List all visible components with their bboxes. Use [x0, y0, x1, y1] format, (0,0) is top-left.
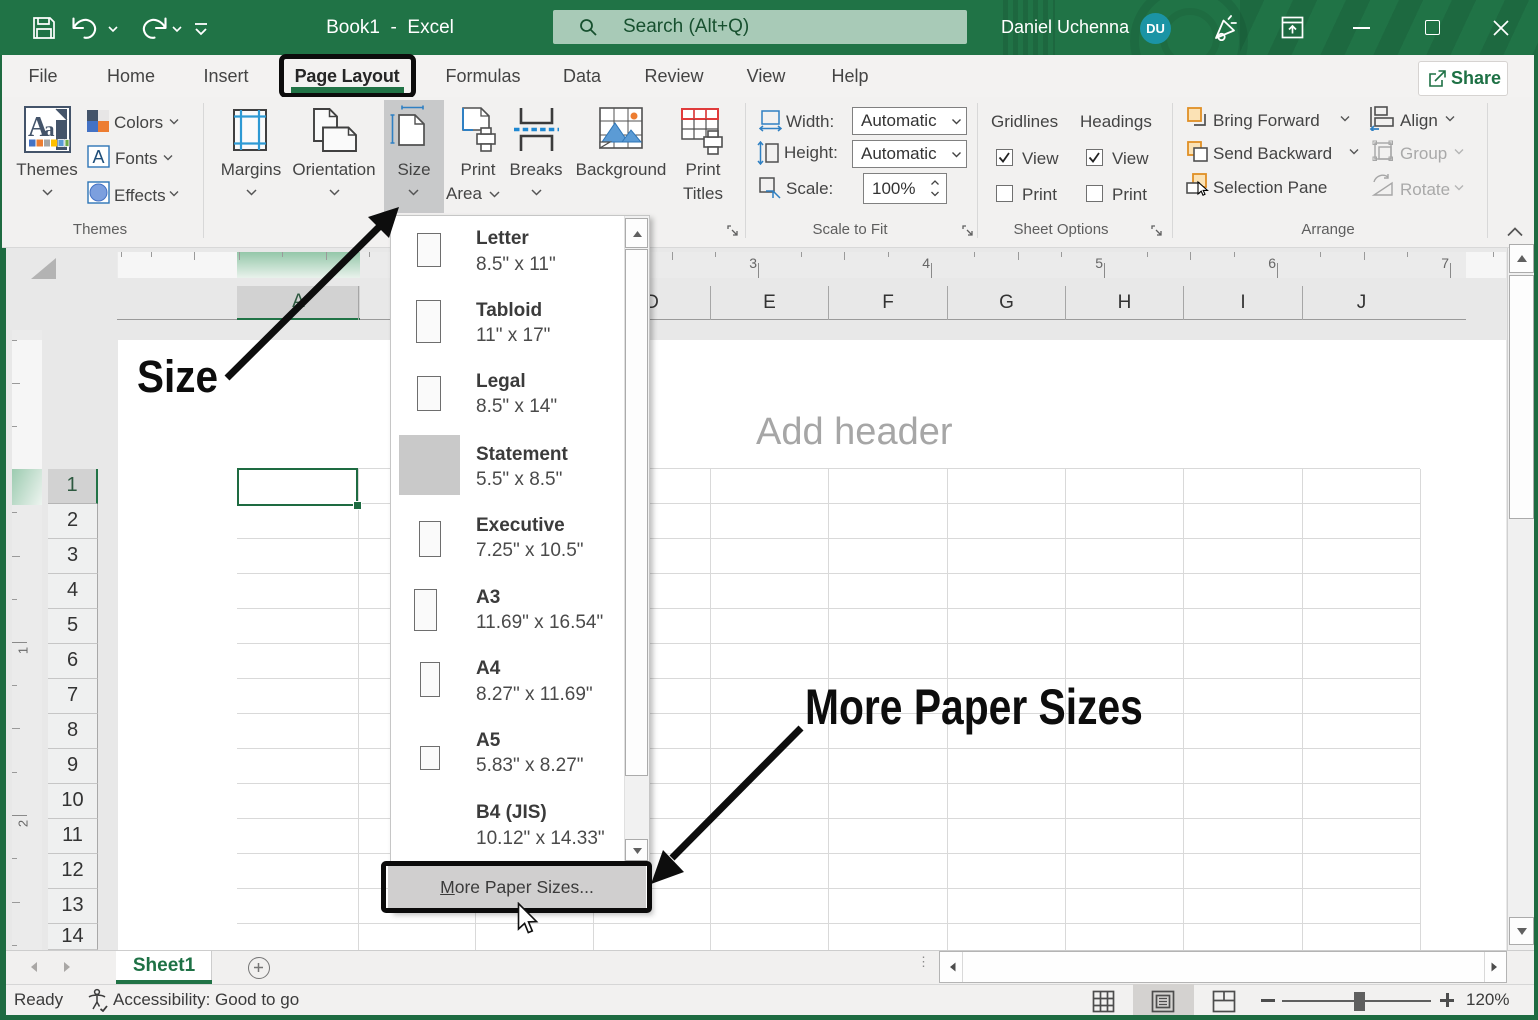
svg-text:a: a — [44, 117, 55, 141]
svg-text:A: A — [93, 147, 105, 167]
